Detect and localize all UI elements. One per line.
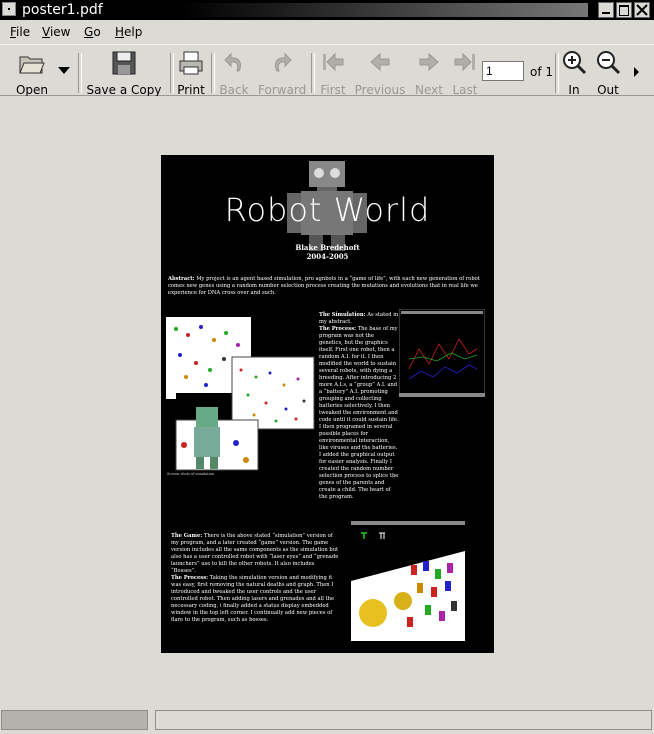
last-label: Last [452, 83, 478, 97]
open-button[interactable]: Open [14, 49, 50, 97]
menu-help-label: elp [124, 25, 143, 39]
abstract-heading: Abstract: [168, 276, 195, 282]
back-icon [224, 52, 242, 72]
menu-view-label: iew [49, 25, 71, 39]
author-years: 2004-2005 [306, 252, 349, 261]
poster-author: Blake Bredehoft 2004-2005 [161, 243, 494, 261]
page-number-input[interactable] [482, 61, 524, 81]
document-view[interactable]: Robot World Blake Bredehoft 2004-2005 Ab… [0, 96, 654, 706]
arrow-left-icon [370, 52, 390, 72]
next-label: Next [415, 83, 443, 97]
window-title: poster1.pdf [22, 2, 103, 18]
progress-bar [1, 710, 148, 730]
title-bar-gradient [108, 3, 588, 17]
first-label: First [320, 83, 346, 97]
status-bar [0, 708, 654, 734]
status-message [155, 710, 652, 730]
save-icon [112, 51, 136, 75]
page-count-label: of 1 [530, 65, 554, 79]
game-screenshot [351, 521, 465, 641]
menu-file-label: ile [16, 25, 31, 39]
menu-view[interactable]: View [42, 25, 70, 39]
print-button[interactable]: Print [176, 49, 206, 97]
menu-go[interactable]: Go [84, 25, 101, 39]
open-label: Open [15, 83, 49, 97]
first-page-icon [323, 52, 344, 72]
graph-screenshot [399, 309, 485, 397]
simulation-paragraph: The Simulation: As stated in my abstract… [319, 312, 399, 501]
poster-title: Robot World [224, 191, 431, 229]
zoom-out-button[interactable]: Out [595, 49, 621, 97]
previous-page-button[interactable]: Previous [352, 49, 408, 97]
menu-bar: File View Go Help [0, 20, 654, 44]
game-process-heading: The Process: [171, 575, 209, 581]
maximize-button[interactable] [616, 2, 632, 18]
game-paragraph: The Game: There is the above stated “sim… [171, 533, 339, 624]
forward-button[interactable]: Forward [258, 49, 306, 97]
game-text: There is the above stated “simulation” v… [171, 533, 339, 574]
simulation-heading: The Simulation: [319, 312, 366, 318]
menu-help[interactable]: Help [115, 25, 142, 39]
abstract-paragraph: Abstract: My project is an agent based s… [168, 276, 488, 297]
close-icon [636, 4, 648, 16]
forward-label: Forward [258, 83, 307, 97]
previous-label: Previous [354, 83, 406, 97]
process-heading: The Process: [319, 326, 357, 332]
zoom-in-button[interactable]: In [561, 49, 587, 97]
window-menu-button[interactable] [2, 2, 16, 16]
last-page-icon [454, 52, 475, 72]
minimize-button[interactable] [598, 2, 614, 18]
author-name: Blake Bredehoft [295, 243, 360, 252]
first-page-button[interactable]: First [318, 49, 348, 97]
zoom-out-label: Out [597, 83, 619, 97]
save-copy-label: Save a Copy [86, 83, 162, 97]
toolbar-separator [170, 53, 174, 93]
toolbar: Open Save a Copy Print Back Forward Firs… [0, 44, 654, 97]
forward-icon [274, 52, 292, 72]
process-text: The base of my program was not the genet… [319, 326, 399, 500]
toolbar-separator [311, 53, 315, 93]
simulation-screenshots [166, 317, 315, 471]
toolbar-separator [78, 53, 82, 93]
game-process-text: Taking the simulation version and modify… [171, 575, 335, 623]
game-heading: The Game: [171, 533, 203, 539]
menu-help-mnemonic: H [115, 25, 125, 39]
next-page-button[interactable]: Next [414, 49, 444, 97]
zoom-in-icon [563, 51, 587, 75]
close-button[interactable] [634, 2, 650, 18]
menu-go-label: o [93, 25, 101, 39]
zoom-out-icon [597, 51, 621, 75]
menu-view-mnemonic: V [42, 25, 50, 39]
back-button[interactable]: Back [218, 49, 250, 97]
back-label: Back [219, 83, 249, 97]
folder-open-icon [19, 56, 45, 74]
abstract-text: My project is an agent based simulation,… [168, 276, 480, 296]
printer-icon [179, 51, 203, 75]
open-dropdown-arrow-icon[interactable] [58, 67, 70, 75]
toolbar-separator [211, 53, 215, 93]
toolbar-overflow-arrow-icon[interactable] [634, 67, 639, 77]
pdf-page: Robot World Blake Bredehoft 2004-2005 Ab… [161, 155, 494, 653]
last-page-button[interactable]: Last [450, 49, 480, 97]
toolbar-separator [555, 53, 559, 93]
menu-file[interactable]: File [10, 25, 30, 39]
title-bar: poster1.pdf [0, 0, 654, 20]
screenshot-caption: Screen shots of simulation [167, 472, 215, 476]
menu-go-mnemonic: G [84, 25, 94, 39]
save-copy-button[interactable]: Save a Copy [86, 49, 162, 97]
print-label: Print [177, 83, 205, 97]
zoom-in-label: In [568, 83, 580, 97]
arrow-right-icon [419, 52, 439, 72]
